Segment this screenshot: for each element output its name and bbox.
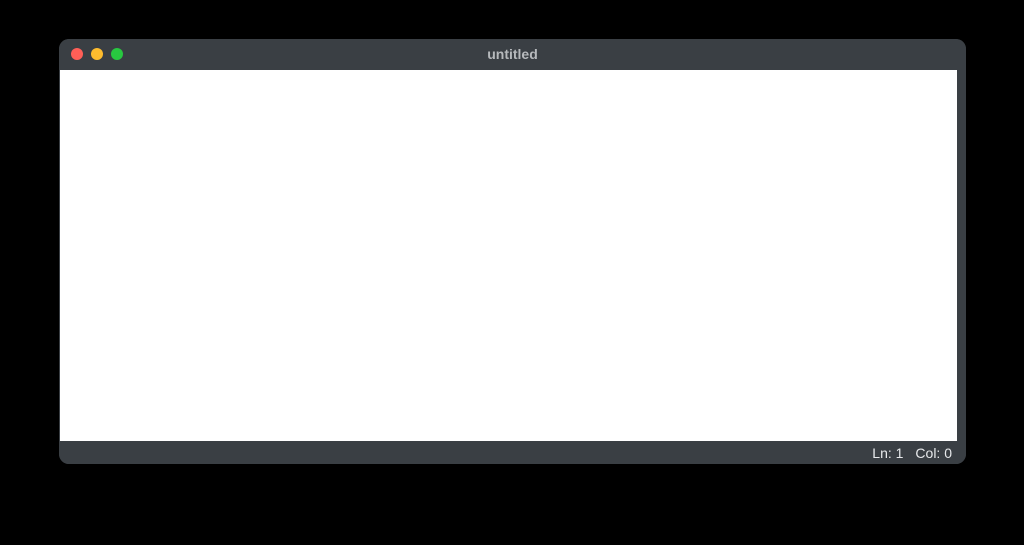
status-bar: Ln: 1 Col: 0 — [59, 442, 966, 464]
window-controls — [71, 48, 123, 60]
close-button[interactable] — [71, 48, 83, 60]
minimize-button[interactable] — [91, 48, 103, 60]
maximize-button[interactable] — [111, 48, 123, 60]
status-col: Col: 0 — [915, 445, 952, 461]
window-title: untitled — [59, 46, 966, 62]
titlebar[interactable]: untitled — [59, 39, 966, 69]
text-editor[interactable] — [60, 70, 957, 441]
editor-window: untitled Ln: 1 Col: 0 — [59, 39, 966, 464]
status-line: Ln: 1 — [872, 445, 903, 461]
content-frame — [59, 69, 966, 442]
